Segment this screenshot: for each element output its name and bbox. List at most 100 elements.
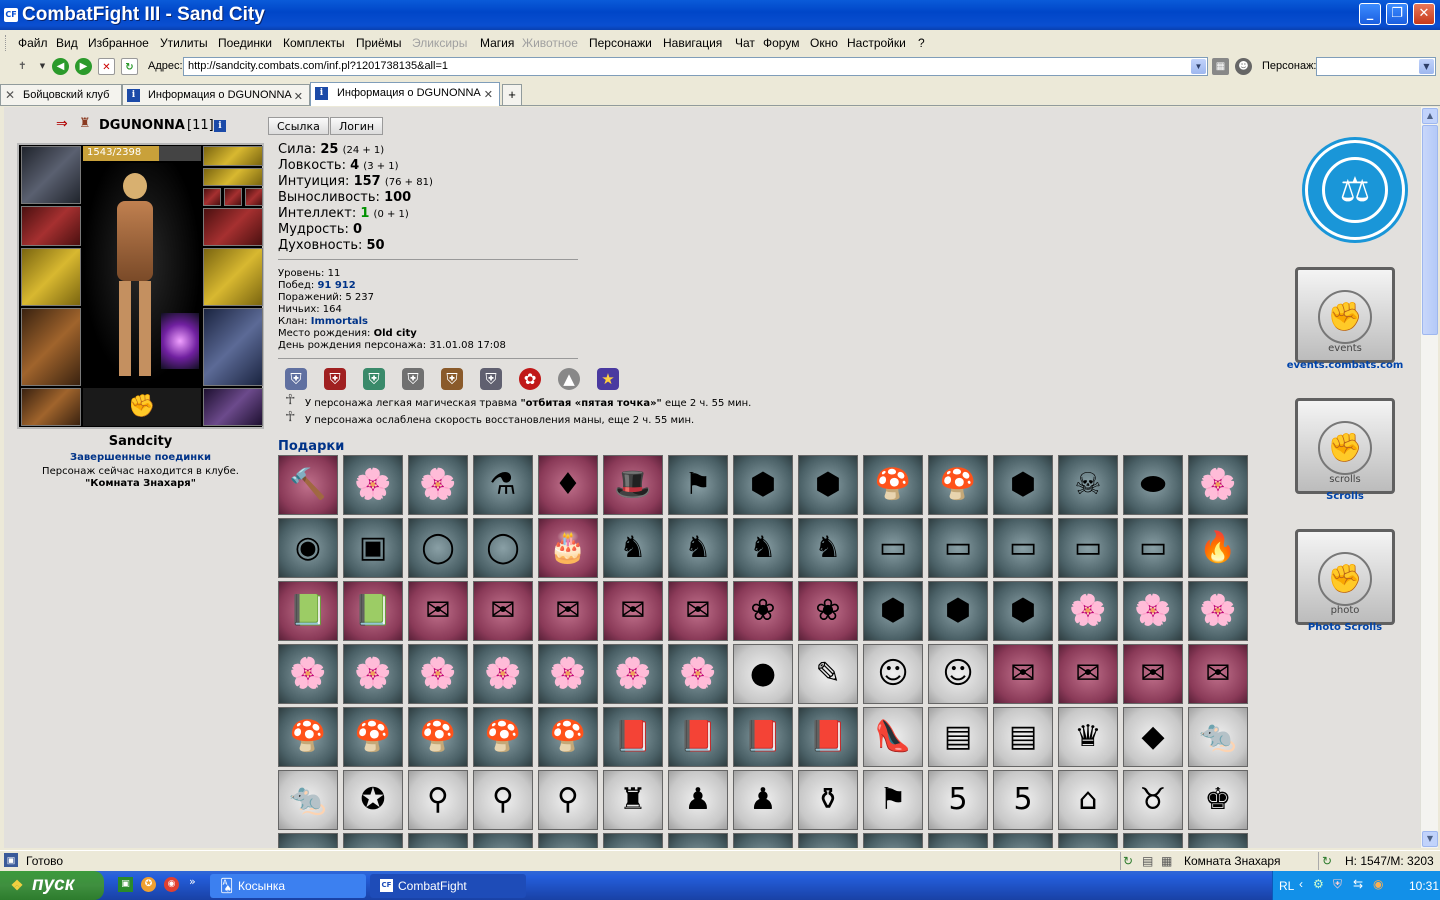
address-dropdown-icon[interactable]: ▼ [1191, 59, 1206, 74]
list-icon[interactable]: ▤ [1142, 854, 1153, 868]
medal-shield-icon[interactable]: ⛨ [480, 368, 502, 390]
medal-shield-icon[interactable]: ⛨ [324, 368, 346, 390]
belt-slot[interactable] [21, 388, 81, 426]
maximize-button[interactable]: ❐ [1386, 3, 1408, 25]
gift-number-5-icon[interactable]: 5 [993, 770, 1053, 830]
scrolls-scroll-icon[interactable]: ✊ scrolls [1295, 398, 1395, 494]
language-indicator[interactable]: RL [1279, 879, 1294, 893]
gift-tome-icon[interactable]: 📕 [668, 707, 728, 767]
menu-magic[interactable]: Магия [480, 36, 514, 50]
refresh-icon[interactable]: ↻ [121, 58, 138, 75]
events-link[interactable]: events.combats.com [1274, 360, 1416, 371]
print-status-icon[interactable]: ▦ [1161, 854, 1172, 868]
gift-tome-icon[interactable]: 📕 [603, 707, 663, 767]
gift-gem-icon[interactable]: ⬢ [733, 455, 793, 515]
gift-slot[interactable] [538, 833, 598, 848]
gift-flower-icon[interactable]: 🌸 [1058, 581, 1118, 641]
gift-shoe-icon[interactable]: 👠 [863, 707, 923, 767]
sync-icon[interactable]: ↻ [1322, 854, 1332, 868]
ring-slot-1[interactable] [203, 146, 263, 166]
network-icon[interactable]: ⚙ [1313, 877, 1324, 891]
gift-medallion-icon[interactable]: ✪ [343, 770, 403, 830]
new-tab-button[interactable]: + [502, 84, 522, 105]
gift-rat-icon[interactable]: 🐀 [278, 770, 338, 830]
gift-mushroom-icon[interactable]: 🍄 [343, 707, 403, 767]
vertical-scrollbar[interactable]: ▲ ▼ [1420, 107, 1438, 848]
quicklaunch-icon[interactable]: ▣ [118, 877, 133, 892]
mana-debuff-icon[interactable]: ☥ [285, 409, 295, 425]
gift-smiley-icon[interactable]: ☺ [928, 644, 988, 704]
bracers-slot[interactable] [21, 206, 81, 246]
gift-treasure-icon[interactable]: ▤ [928, 707, 988, 767]
gift-card-icon[interactable]: ✉ [603, 581, 663, 641]
gift-box-icon[interactable]: ▭ [928, 518, 988, 578]
gift-letter-icon[interactable]: ✉ [993, 644, 1053, 704]
gift-slot[interactable] [863, 833, 923, 848]
gift-potion-icon[interactable]: ⚗ [473, 455, 533, 515]
menu-techniques[interactable]: Приёмы [356, 36, 402, 50]
tab-close-icon[interactable]: ✕ [484, 88, 493, 101]
tab-fight-club[interactable]: ✕ Бойцовский клуб [0, 84, 122, 105]
menu-favorites[interactable]: Избранное [88, 36, 149, 50]
menu-navigation[interactable]: Навигация [663, 36, 722, 50]
gift-slot[interactable] [1188, 833, 1248, 848]
gift-mirror-icon[interactable]: ⚲ [538, 770, 598, 830]
gift-card-icon[interactable]: ✉ [473, 581, 533, 641]
gift-pearls-icon[interactable]: ◯ [473, 518, 533, 578]
menu-forum[interactable]: Форум [763, 36, 799, 50]
gift-box-icon[interactable]: ▭ [993, 518, 1053, 578]
gift-hat-icon[interactable]: 🎩 [603, 455, 663, 515]
gift-flower-icon[interactable]: 🌸 [343, 455, 403, 515]
justice-scale-button[interactable]: ⚖ [1305, 140, 1405, 240]
gift-mushroom-icon[interactable]: 🍄 [928, 455, 988, 515]
gift-letter-icon[interactable]: ✉ [1188, 644, 1248, 704]
gift-box-icon[interactable]: ▭ [1123, 518, 1183, 578]
gift-mushroom-icon[interactable]: 🍄 [538, 707, 598, 767]
gift-flower-icon[interactable]: 🌸 [1188, 581, 1248, 641]
helmet-slot[interactable] [21, 146, 81, 204]
gift-crystal-ball-icon[interactable]: ● [733, 644, 793, 704]
gift-flame-icon[interactable]: 🔥 [1188, 518, 1248, 578]
gift-mushroom-icon[interactable]: 🍄 [473, 707, 533, 767]
photo-scrolls-link[interactable]: Photo Scrolls [1274, 622, 1416, 633]
gift-tome-icon[interactable]: 📕 [798, 707, 858, 767]
gift-flower-icon[interactable]: 🌸 [1188, 455, 1248, 515]
gift-banner-icon[interactable]: ⚑ [668, 455, 728, 515]
gift-flower-icon[interactable]: 🌸 [538, 644, 598, 704]
menu-elixirs[interactable]: Эликсиры [412, 36, 467, 50]
forward-icon[interactable]: ▶ [75, 58, 92, 75]
menu-sets[interactable]: Комплекты [283, 36, 345, 50]
trauma-icon[interactable]: ☥ [285, 392, 295, 408]
gift-letter-icon[interactable]: ✉ [1123, 644, 1183, 704]
gift-smiley-icon[interactable]: ☺ [863, 644, 923, 704]
gift-slot[interactable] [668, 833, 728, 848]
gift-flower-icon[interactable]: 🌸 [408, 644, 468, 704]
gift-treasure-icon[interactable]: ▤ [993, 707, 1053, 767]
gift-hammer-icon[interactable]: 🔨 [278, 455, 338, 515]
character-dropdown-icon[interactable]: ▼ [1419, 59, 1434, 74]
dropdown-arrow-icon[interactable]: ▼ [34, 58, 51, 75]
gift-slot[interactable] [993, 833, 1053, 848]
gift-slot[interactable] [733, 833, 793, 848]
tab-info-1[interactable]: i Информация о DGUNONNA ✕ [122, 84, 310, 105]
scroll-thumb[interactable] [1422, 125, 1438, 335]
gift-flower-icon[interactable]: 🌸 [668, 644, 728, 704]
clan-link[interactable]: Immortals [311, 316, 368, 327]
gift-gem-icon[interactable]: ⬢ [798, 455, 858, 515]
gift-mushroom-icon[interactable]: 🍄 [408, 707, 468, 767]
gift-flower-icon[interactable]: 🌸 [473, 644, 533, 704]
gift-goblin-icon[interactable]: ♟ [668, 770, 728, 830]
gift-card-icon[interactable]: ✉ [538, 581, 598, 641]
scrolls-link[interactable]: Scrolls [1274, 491, 1416, 502]
battles-link[interactable]: Завершенные поединки [17, 452, 264, 463]
gift-knight-icon[interactable]: ♚ [1188, 770, 1248, 830]
gift-flower-icon[interactable]: 🌸 [1123, 581, 1183, 641]
menu-animal[interactable]: Животное [522, 36, 578, 50]
gift-statue-icon[interactable]: ♞ [668, 518, 728, 578]
gift-slot[interactable] [928, 833, 988, 848]
menu-file[interactable]: Файл [18, 36, 48, 50]
task-combatfight[interactable]: CF CombatFight [370, 874, 526, 898]
armor-slot[interactable] [21, 308, 81, 386]
gift-potions-icon[interactable]: ⚱ [798, 770, 858, 830]
print-icon[interactable]: ▦ [1212, 58, 1229, 75]
